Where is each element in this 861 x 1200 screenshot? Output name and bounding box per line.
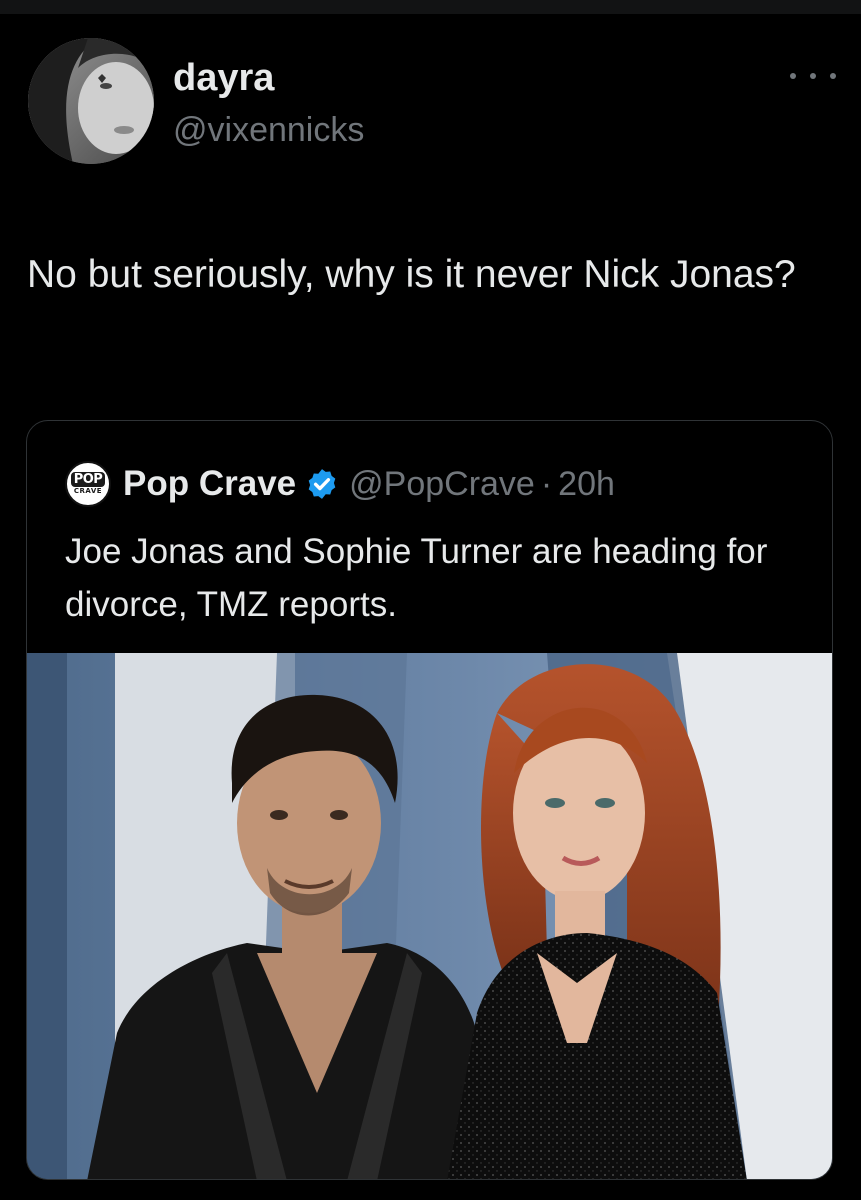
verified-badge-icon xyxy=(308,469,336,499)
author-display-name[interactable]: dayra xyxy=(173,56,274,100)
quoted-tweet-header: POP CRAVE Pop Crave @PopCrave · 20h xyxy=(65,461,615,507)
quoted-timestamp[interactable]: 20h xyxy=(558,465,615,504)
more-options-icon[interactable] xyxy=(790,64,836,88)
more-dot xyxy=(830,73,836,79)
author-avatar[interactable] xyxy=(28,38,154,164)
avatar-logo-text: POP xyxy=(70,472,106,487)
pop-crave-avatar[interactable]: POP CRAVE xyxy=(65,461,111,507)
tweet-text: No but seriously, why is it never Nick J… xyxy=(27,253,796,296)
separator-dot: · xyxy=(540,464,553,503)
avatar-logo-subtext: CRAVE xyxy=(73,487,103,495)
more-dot xyxy=(810,73,816,79)
author-handle[interactable]: @vixennicks xyxy=(173,110,364,150)
profile-photo-icon xyxy=(28,38,154,164)
quoted-author-name[interactable]: Pop Crave xyxy=(123,464,296,504)
quoted-tweet-card[interactable]: POP CRAVE Pop Crave @PopCrave · 20h Joe … xyxy=(26,420,833,1180)
more-dot xyxy=(790,73,796,79)
quoted-tweet-text: Joe Jonas and Sophie Turner are heading … xyxy=(65,532,768,624)
quoted-tweet-photo[interactable] xyxy=(27,653,832,1179)
photo-of-couple-icon xyxy=(27,653,832,1179)
status-bar-strip xyxy=(0,0,861,14)
quoted-author-handle[interactable]: @PopCrave xyxy=(349,465,535,504)
